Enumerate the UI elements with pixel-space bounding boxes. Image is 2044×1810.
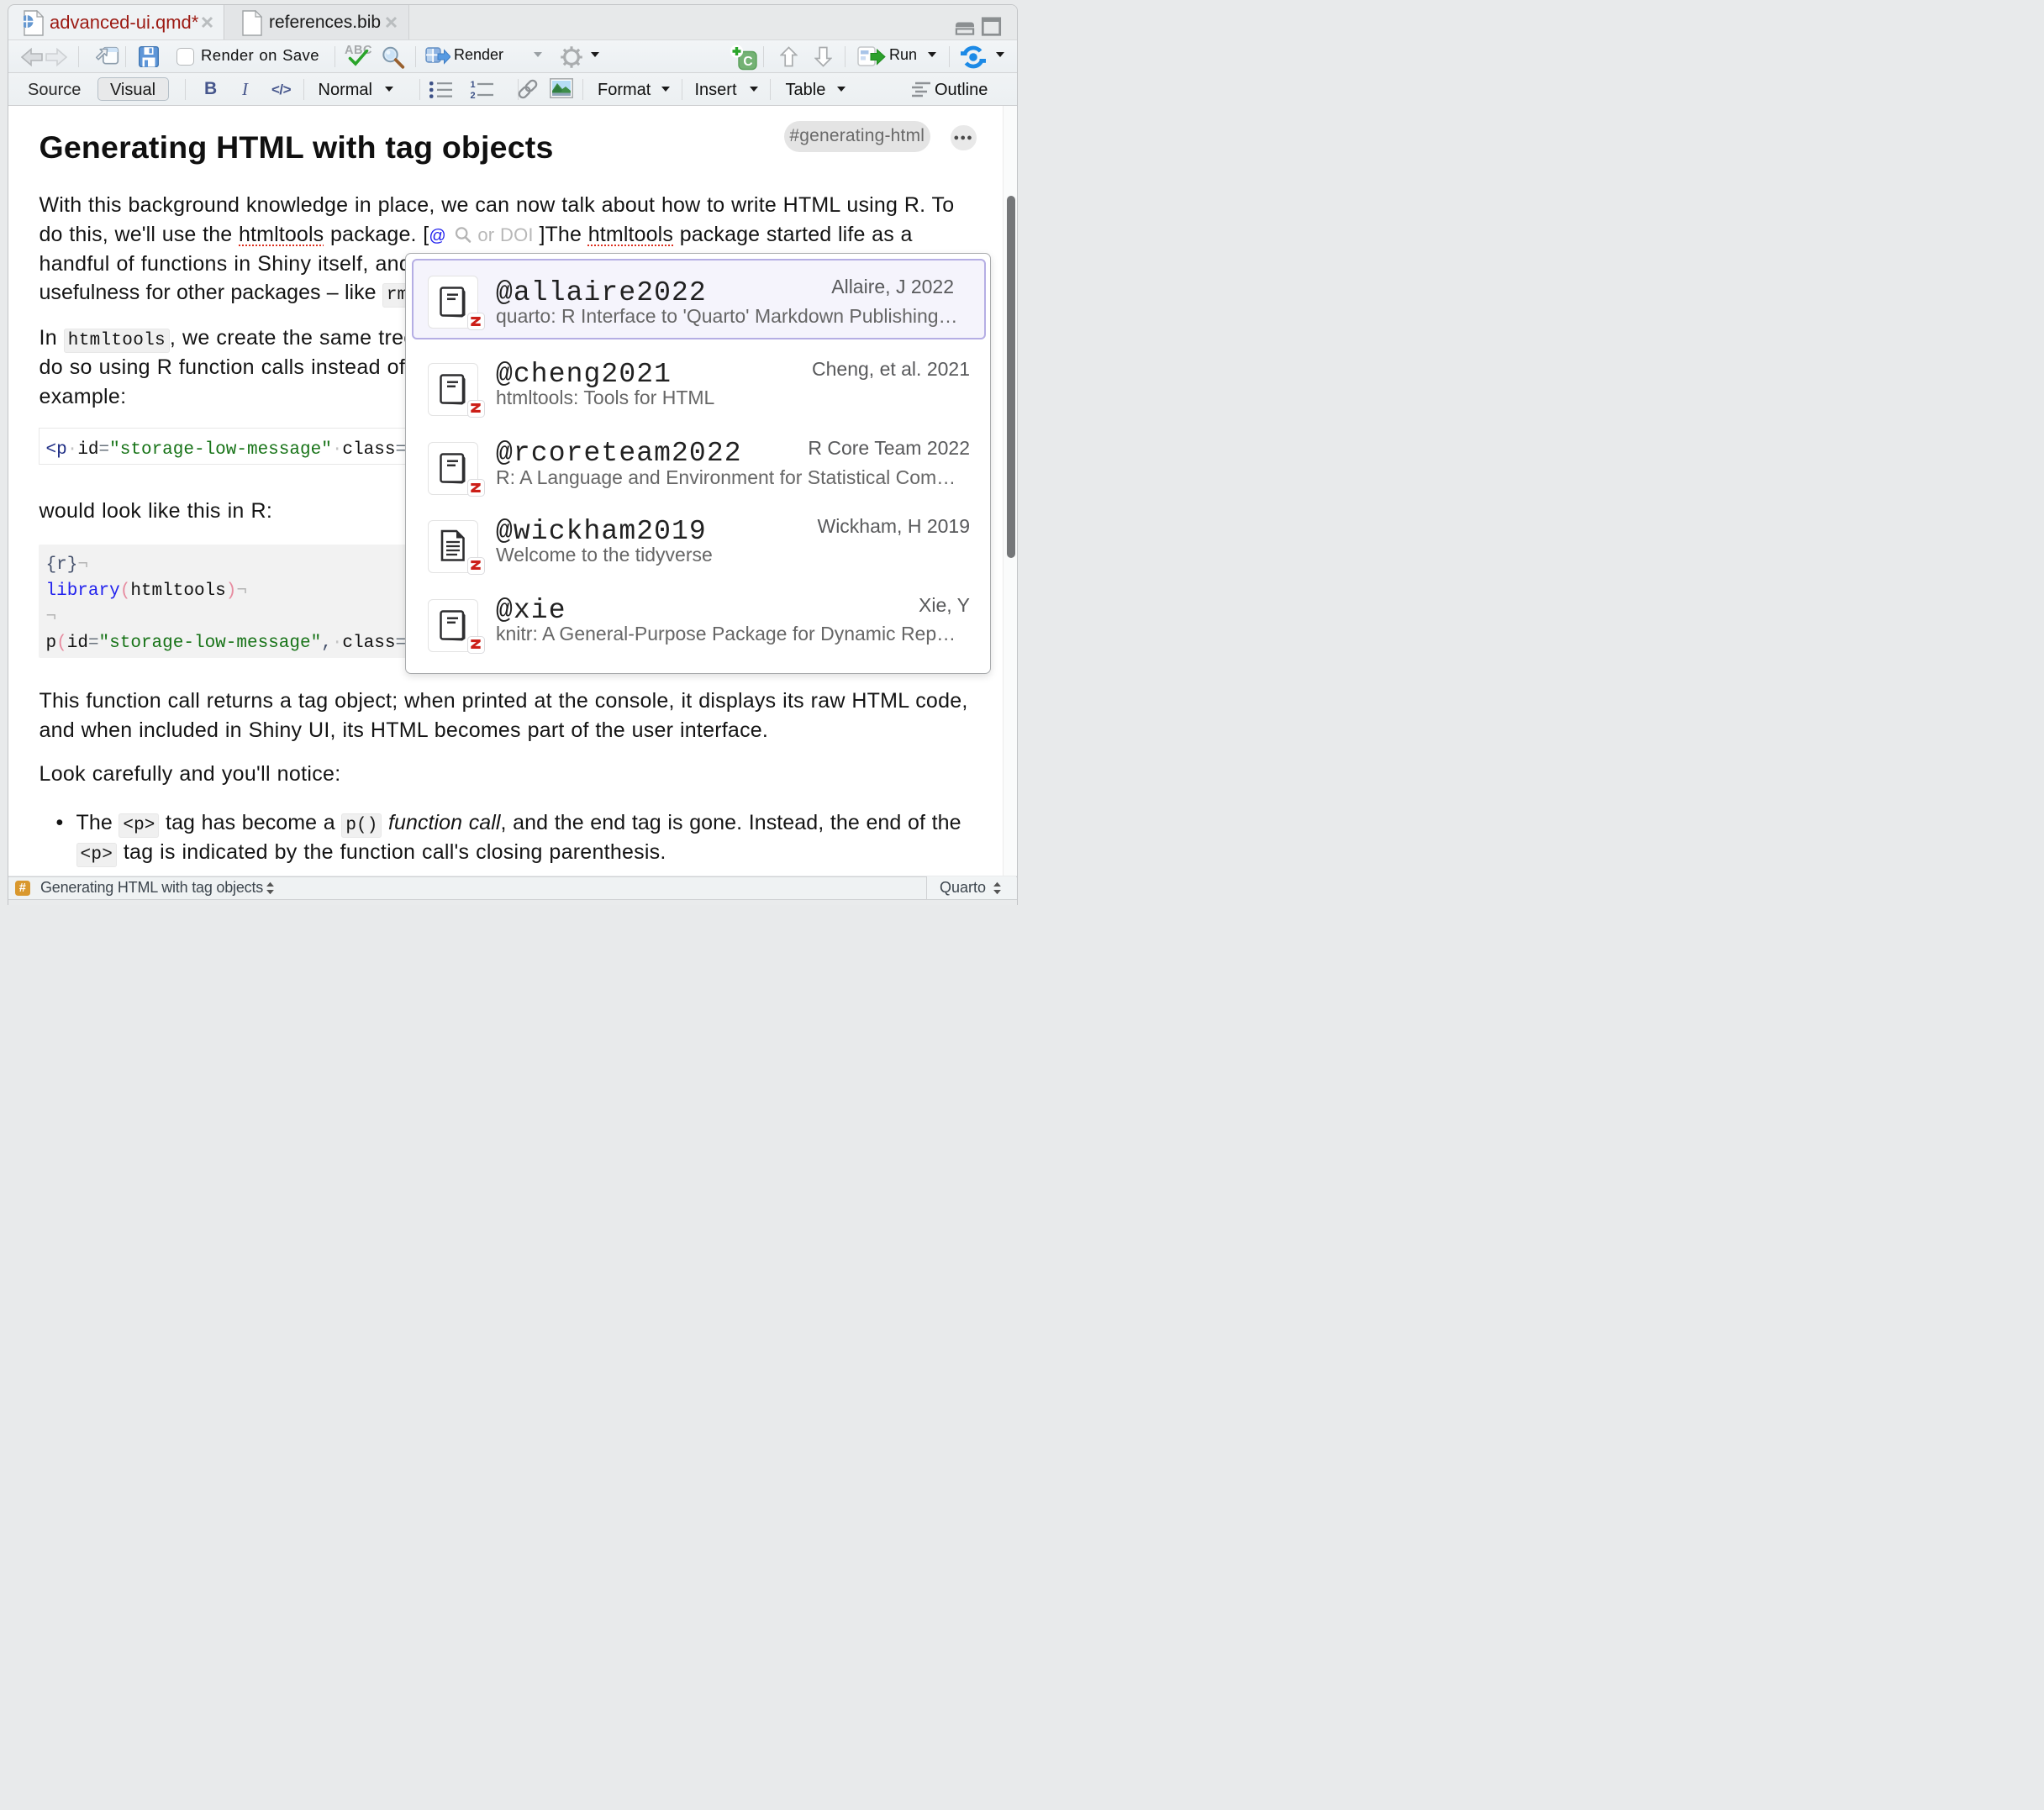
svg-text:2: 2	[470, 91, 475, 100]
svg-text:C: C	[743, 55, 752, 69]
svg-text:1: 1	[470, 80, 475, 90]
